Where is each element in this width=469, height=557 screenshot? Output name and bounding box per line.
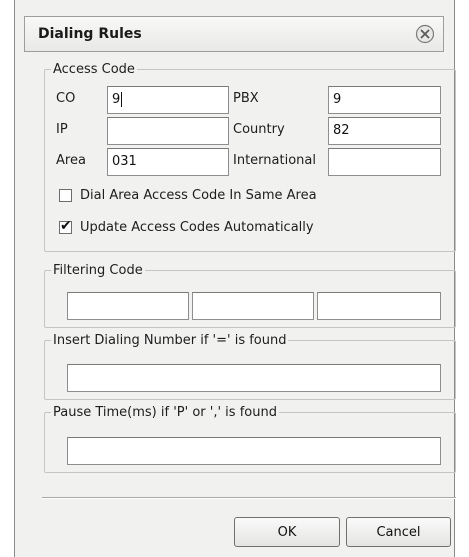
international-field[interactable] xyxy=(328,148,441,176)
pause-time-field[interactable] xyxy=(67,437,441,465)
dial-area-checkbox-box[interactable] xyxy=(59,189,72,202)
update-codes-checkbox-label: Update Access Codes Automatically xyxy=(80,220,314,235)
button-separator xyxy=(42,497,456,499)
access-code-legend: Access Code xyxy=(53,62,135,77)
country-field[interactable]: 82 xyxy=(328,117,441,145)
dial-area-checkbox[interactable]: Dial Area Access Code In Same Area xyxy=(59,188,317,203)
pbx-label: PBX xyxy=(233,91,259,106)
ip-label: IP xyxy=(56,122,68,137)
international-label: International xyxy=(233,153,316,168)
co-field[interactable]: 9 xyxy=(107,86,229,114)
country-label: Country xyxy=(233,122,285,137)
pause-time-legend: Pause Time(ms) if 'P' or ',' is found xyxy=(53,405,277,420)
filtering-code-legend: Filtering Code xyxy=(53,263,143,278)
area-label: Area xyxy=(56,153,86,168)
cancel-button[interactable]: Cancel xyxy=(346,517,451,547)
title-bar: Dialing Rules xyxy=(24,16,444,52)
insert-dialing-legend: Insert Dialing Number if '=' is found xyxy=(53,333,287,348)
filtering-code-field-2[interactable] xyxy=(192,292,314,320)
filtering-code-field-3[interactable] xyxy=(317,292,441,320)
co-label: CO xyxy=(56,91,76,106)
close-icon[interactable] xyxy=(415,24,435,44)
update-codes-checkbox[interactable]: ✔ Update Access Codes Automatically xyxy=(59,218,314,235)
insert-dialing-field[interactable] xyxy=(67,364,441,392)
dialog-title: Dialing Rules xyxy=(38,26,142,42)
update-codes-checkbox-box[interactable]: ✔ xyxy=(59,218,72,234)
ip-field[interactable] xyxy=(107,117,229,145)
ok-button[interactable]: OK xyxy=(234,517,340,547)
area-field[interactable]: 031 xyxy=(107,148,229,176)
dial-area-checkbox-label: Dial Area Access Code In Same Area xyxy=(80,188,317,203)
checkmark-icon: ✔ xyxy=(60,218,72,234)
pbx-field[interactable]: 9 xyxy=(328,86,441,114)
dialing-rules-dialog: Dialing Rules Access Code CO 9 PBX 9 IP … xyxy=(14,0,456,557)
filtering-code-field-1[interactable] xyxy=(67,292,189,320)
